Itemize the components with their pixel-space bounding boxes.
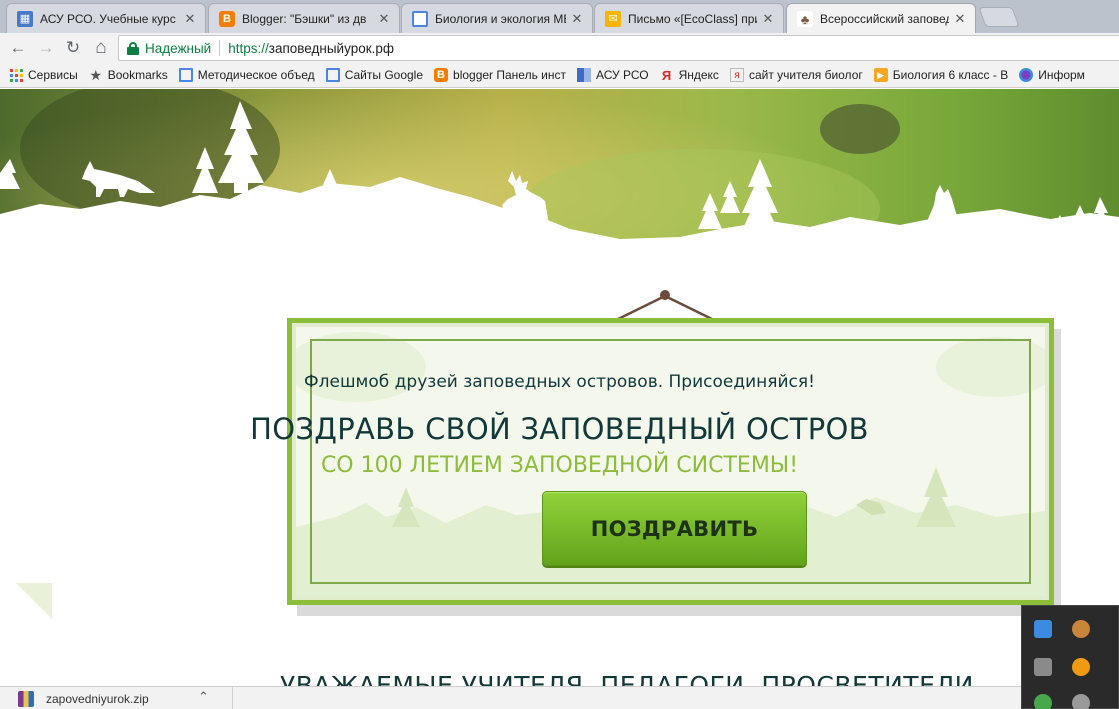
home-button[interactable]: ⌂ bbox=[89, 36, 113, 60]
lock-icon[interactable] bbox=[127, 41, 139, 55]
tab-biology-docs[interactable]: Биология и экология МБ ✕ bbox=[401, 3, 593, 33]
congratulate-button[interactable]: ПОЗДРАВИТЬ bbox=[542, 491, 807, 566]
address-bar[interactable]: Надежный https:// заповедныйурок.рф bbox=[118, 35, 1119, 61]
asu-rso-favicon: ▦ bbox=[17, 10, 33, 27]
close-icon[interactable]: ✕ bbox=[570, 11, 584, 27]
system-tray-popup bbox=[1021, 605, 1119, 709]
yandex-page-icon: я bbox=[729, 68, 744, 82]
bookmark-label: blogger Панель инст bbox=[453, 68, 566, 82]
tab-strip: ▦ АСУ РСО. Учебные курс ✕ B Blogger: "Бэ… bbox=[0, 0, 1119, 34]
url-host: заповедныйурок.рф bbox=[268, 40, 394, 56]
sites-icon bbox=[325, 68, 340, 82]
bookmark-label: Bookmarks bbox=[107, 68, 168, 82]
download-item[interactable]: zapovedniyurok.zip ⌃ bbox=[0, 687, 233, 709]
tab-asu-rso[interactable]: ▦ АСУ РСО. Учебные курс ✕ bbox=[6, 3, 206, 33]
tab-title: Биология и экология МБ bbox=[435, 11, 566, 26]
tab-title: АСУ РСО. Учебные курс bbox=[40, 11, 176, 26]
settings-tray-icon[interactable] bbox=[1072, 694, 1090, 709]
bookmarks-bar: Сервисы ★ Bookmarks Методическое объед С… bbox=[0, 63, 1119, 88]
yandex-icon: Я bbox=[661, 67, 672, 83]
omnibox-separator bbox=[219, 40, 221, 56]
asu-rso-icon bbox=[577, 68, 591, 82]
close-icon[interactable]: ✕ bbox=[761, 11, 775, 27]
browser-toolbar: ← → ↻ ⌂ Надежный https:// заповедныйурок… bbox=[0, 33, 1119, 63]
url-scheme: https:// bbox=[228, 40, 269, 56]
check-icon[interactable] bbox=[1034, 694, 1052, 709]
mail-favicon: ✉ bbox=[605, 10, 621, 27]
bookmark-bookmarks[interactable]: ★ Bookmarks bbox=[89, 66, 168, 83]
download-bar: zapovedniyurok.zip ⌃ bbox=[0, 686, 1021, 709]
bookmark-label: Методическое объед bbox=[197, 68, 315, 82]
decorative-corner bbox=[16, 583, 52, 619]
sign-tagline: СО 100 ЛЕТИЕМ ЗАПОВЕДНОЙ СИСТЕМЫ! bbox=[320, 453, 799, 478]
blogger-icon: B bbox=[434, 68, 449, 82]
forward-button[interactable]: → bbox=[34, 36, 58, 60]
archive-icon bbox=[18, 690, 34, 707]
bookmark-metod[interactable]: Методическое объед bbox=[178, 68, 315, 82]
sites-icon bbox=[178, 68, 193, 82]
sign-subtitle: Флешмоб друзей заповедных островов. Прис… bbox=[304, 372, 815, 392]
chevron-up-icon[interactable]: ⌃ bbox=[198, 689, 209, 705]
squirrel-favicon: ♣ bbox=[797, 11, 813, 27]
bookmark-asu-rso[interactable]: АСУ РСО bbox=[577, 68, 649, 82]
sign-title: ПОЗДРАВЬ СВОЙ ЗАПОВЕДНЫЙ ОСТРОВ bbox=[250, 412, 869, 446]
close-icon[interactable]: ✕ bbox=[953, 11, 967, 27]
bookmark-services[interactable]: Сервисы bbox=[9, 68, 78, 82]
app-tray-icon[interactable] bbox=[1072, 620, 1090, 638]
docs-favicon bbox=[412, 10, 428, 27]
section-heading: УВАЖАЕМЫЕ УЧИТЕЛЯ, ПЕДАГОГИ, ПРОСВЕТИТЕЛ… bbox=[280, 671, 974, 686]
bookmark-inform[interactable]: Информ bbox=[1019, 68, 1085, 82]
bookmark-label: АСУ РСО bbox=[596, 68, 649, 82]
apps-grid-icon bbox=[9, 68, 23, 82]
web-page: Флешмоб друзей заповедных островов. Прис… bbox=[0, 89, 1119, 686]
reload-button[interactable]: ↻ bbox=[61, 36, 85, 60]
bookmark-label: Сайты Google bbox=[344, 68, 424, 82]
video-icon: ▶ bbox=[873, 68, 888, 82]
bookmark-label: Биология 6 класс - В bbox=[892, 68, 1009, 82]
back-button[interactable]: ← bbox=[6, 36, 30, 60]
star-icon: ★ bbox=[89, 66, 102, 83]
tab-zapovednik-active[interactable]: ♣ Всероссийский заповед ✕ bbox=[786, 3, 976, 34]
update-icon[interactable] bbox=[1072, 658, 1090, 676]
bookmark-label: Информ bbox=[1038, 68, 1085, 82]
bookmark-blogger[interactable]: B blogger Панель инст bbox=[434, 68, 566, 82]
tab-blogger[interactable]: B Blogger: "Бэшки" из дв ✕ bbox=[208, 3, 400, 33]
bookmark-label: сайт учителя биолог bbox=[748, 68, 863, 82]
browser-window: ▦ АСУ РСО. Учебные курс ✕ B Blogger: "Бэ… bbox=[0, 0, 1119, 709]
download-filename: zapovedniyurok.zip bbox=[46, 691, 149, 706]
tab-mail[interactable]: ✉ Письмо «[EcoClass] при ✕ bbox=[594, 3, 784, 33]
bookmark-google-sites[interactable]: Сайты Google bbox=[325, 68, 424, 82]
security-label[interactable]: Надежный bbox=[145, 41, 211, 56]
blogger-favicon: B bbox=[219, 10, 235, 27]
close-icon[interactable]: ✕ bbox=[377, 11, 391, 27]
tab-title: Письмо «[EcoClass] при bbox=[628, 11, 757, 26]
tab-title: Всероссийский заповед bbox=[820, 12, 949, 26]
new-tab-button[interactable] bbox=[978, 7, 1020, 27]
bookmark-biology-6[interactable]: ▶ Биология 6 класс - В bbox=[873, 68, 1009, 82]
close-icon[interactable]: ✕ bbox=[183, 11, 197, 27]
bookmark-yandex[interactable]: Я Яндекс bbox=[660, 67, 719, 83]
bookmark-label: Сервисы bbox=[28, 68, 78, 82]
network-icon[interactable] bbox=[1034, 620, 1052, 638]
info-icon bbox=[1019, 68, 1034, 82]
bookmark-teacher-site[interactable]: я сайт учителя биолог bbox=[729, 68, 863, 82]
bookmark-label: Яндекс bbox=[678, 68, 719, 82]
tab-title: Blogger: "Бэшки" из дв bbox=[242, 11, 367, 26]
printer-icon[interactable] bbox=[1034, 658, 1052, 676]
